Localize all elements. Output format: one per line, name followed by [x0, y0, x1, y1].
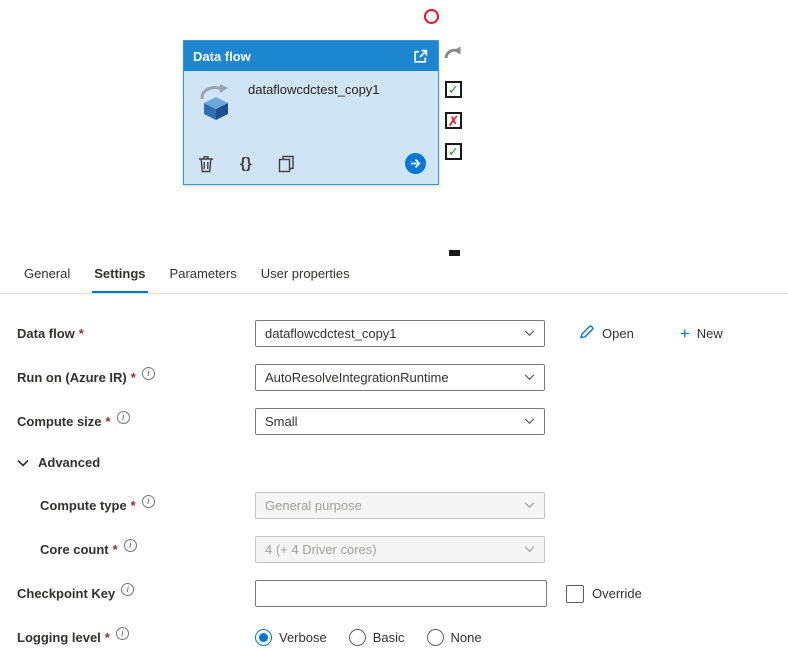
canvas-status-column: ✓ ✗ ✓	[443, 44, 464, 160]
activity-card-body: dataflowcdctest_copy1	[184, 71, 438, 151]
radio-selected-icon	[255, 629, 272, 646]
run-on-label: Run on (Azure IR) * i	[17, 367, 255, 385]
radio-basic[interactable]: Basic	[348, 629, 405, 646]
dropdown-value: AutoResolveIntegrationRuntime	[265, 370, 449, 385]
radio-verbose[interactable]: Verbose	[255, 629, 327, 646]
chevron-down-icon	[17, 455, 29, 470]
required-asterisk: *	[78, 326, 84, 341]
label-text: Compute type	[40, 498, 127, 513]
required-asterisk: *	[130, 370, 136, 385]
radio-label: Basic	[372, 630, 405, 645]
design-canvas: Data flow dataflowcdctest_copy1 {} ✓ ✗ ✓	[0, 0, 788, 256]
form-row-run-on: Run on (Azure IR) * i AutoResolveIntegrati…	[17, 364, 788, 391]
label-text: Run on (Azure IR)	[17, 370, 127, 385]
cross-glyph: ✗	[447, 112, 460, 129]
radio-unselected-icon	[426, 629, 444, 646]
check-glyph: ✓	[448, 144, 459, 159]
label-text: Checkpoint Key	[17, 586, 116, 601]
required-asterisk: *	[104, 630, 110, 645]
form-row-data-flow: Data flow * dataflowcdctest_copy1 Open + …	[17, 320, 788, 347]
chevron-down-icon	[524, 374, 535, 381]
plus-icon: +	[679, 324, 690, 343]
dropdown-value: 4 (+ 4 Driver cores)	[265, 542, 377, 557]
radio-none[interactable]: None	[426, 629, 482, 646]
form-row-checkpoint-key: Checkpoint Key i Override	[17, 580, 788, 607]
chevron-down-icon	[524, 418, 535, 425]
redo-icon[interactable]	[443, 44, 464, 67]
tab-user-properties[interactable]: User properties	[249, 256, 362, 293]
checkbox-cross-icon[interactable]: ✗	[445, 112, 462, 129]
new-label: New	[696, 326, 723, 341]
form-row-compute-type: Compute type * i General purpose	[17, 492, 788, 519]
info-icon: i	[141, 495, 155, 508]
radio-label: Verbose	[279, 630, 327, 645]
data-flow-label: Data flow *	[17, 326, 255, 341]
data-flow-dropdown[interactable]: dataflowcdctest_copy1	[255, 320, 545, 347]
required-asterisk: *	[130, 498, 136, 513]
advanced-section-toggle[interactable]: Advanced	[17, 452, 788, 472]
label-text: Logging level	[17, 630, 101, 645]
dropdown-value: General purpose	[265, 498, 362, 513]
compute-size-label: Compute size * i	[17, 411, 255, 429]
override-label: Override	[592, 586, 642, 601]
label-text: Data flow	[17, 326, 75, 341]
logging-level-radio-group: Verbose Basic None	[255, 629, 482, 646]
code-braces-icon[interactable]: {}	[240, 155, 252, 172]
port-highlight-circle	[424, 9, 439, 24]
form-row-core-count: Core count * i 4 (+ 4 Driver cores)	[17, 536, 788, 563]
dataflow-icon	[196, 81, 236, 124]
activity-card-toolbar: {}	[184, 151, 438, 184]
required-asterisk: *	[112, 542, 118, 557]
add-next-activity-button[interactable]	[405, 153, 426, 174]
compute-type-dropdown-disabled: General purpose	[255, 492, 545, 519]
dropdown-value: Small	[265, 414, 298, 429]
dropdown-value: dataflowcdctest_copy1	[265, 326, 397, 341]
dataflow-activity-card[interactable]: Data flow dataflowcdctest_copy1 {}	[183, 40, 439, 185]
required-asterisk: *	[105, 414, 111, 429]
form-row-logging-level: Logging level * i Verbose Basic None	[17, 624, 788, 651]
label-text: Core count	[40, 542, 109, 557]
panel-resize-handle	[449, 250, 460, 256]
info-icon: i	[121, 583, 135, 596]
compute-size-dropdown[interactable]: Small	[255, 408, 545, 435]
activity-type-label: Data flow	[193, 48, 251, 64]
checkbox-checked-icon[interactable]: ✓	[445, 81, 462, 98]
chevron-down-icon	[524, 502, 535, 509]
logging-level-label: Logging level * i	[17, 627, 255, 645]
radio-unselected-icon	[348, 629, 366, 646]
label-text: Compute size	[17, 414, 102, 429]
edit-pencil-icon	[579, 324, 595, 343]
check-glyph: ✓	[448, 82, 459, 97]
checkpoint-key-input[interactable]	[255, 580, 547, 607]
core-count-dropdown-disabled: 4 (+ 4 Driver cores)	[255, 536, 545, 563]
form-row-compute-size: Compute size * i Small	[17, 408, 788, 435]
trash-icon[interactable]	[198, 155, 214, 173]
tab-general[interactable]: General	[12, 256, 82, 293]
chevron-down-icon	[524, 330, 535, 337]
radio-label: None	[450, 630, 482, 645]
settings-tab-bar: General Settings Parameters User propert…	[0, 256, 788, 294]
run-on-dropdown[interactable]: AutoResolveIntegrationRuntime	[255, 364, 545, 391]
activity-name: dataflowcdctest_copy1	[248, 82, 380, 97]
open-in-new-icon[interactable]	[412, 48, 429, 65]
settings-form: Data flow * dataflowcdctest_copy1 Open + …	[0, 294, 788, 651]
override-checkbox[interactable]	[566, 584, 584, 603]
open-label: Open	[602, 326, 634, 341]
core-count-label: Core count * i	[17, 539, 255, 557]
checkpoint-key-label: Checkpoint Key i	[17, 583, 255, 601]
info-icon: i	[141, 367, 155, 380]
activity-card-header: Data flow	[184, 41, 438, 71]
info-icon: i	[116, 411, 130, 424]
checkbox-checked-icon[interactable]: ✓	[445, 143, 462, 160]
advanced-label: Advanced	[38, 454, 101, 470]
new-button[interactable]: + New	[680, 325, 723, 342]
copy-icon[interactable]	[278, 155, 295, 173]
chevron-down-icon	[524, 546, 535, 553]
info-icon: i	[123, 539, 137, 552]
compute-type-label: Compute type * i	[17, 495, 255, 513]
tab-settings[interactable]: Settings	[82, 256, 157, 293]
info-icon: i	[115, 627, 129, 640]
tab-parameters[interactable]: Parameters	[158, 256, 249, 293]
open-button[interactable]: Open	[579, 324, 634, 343]
